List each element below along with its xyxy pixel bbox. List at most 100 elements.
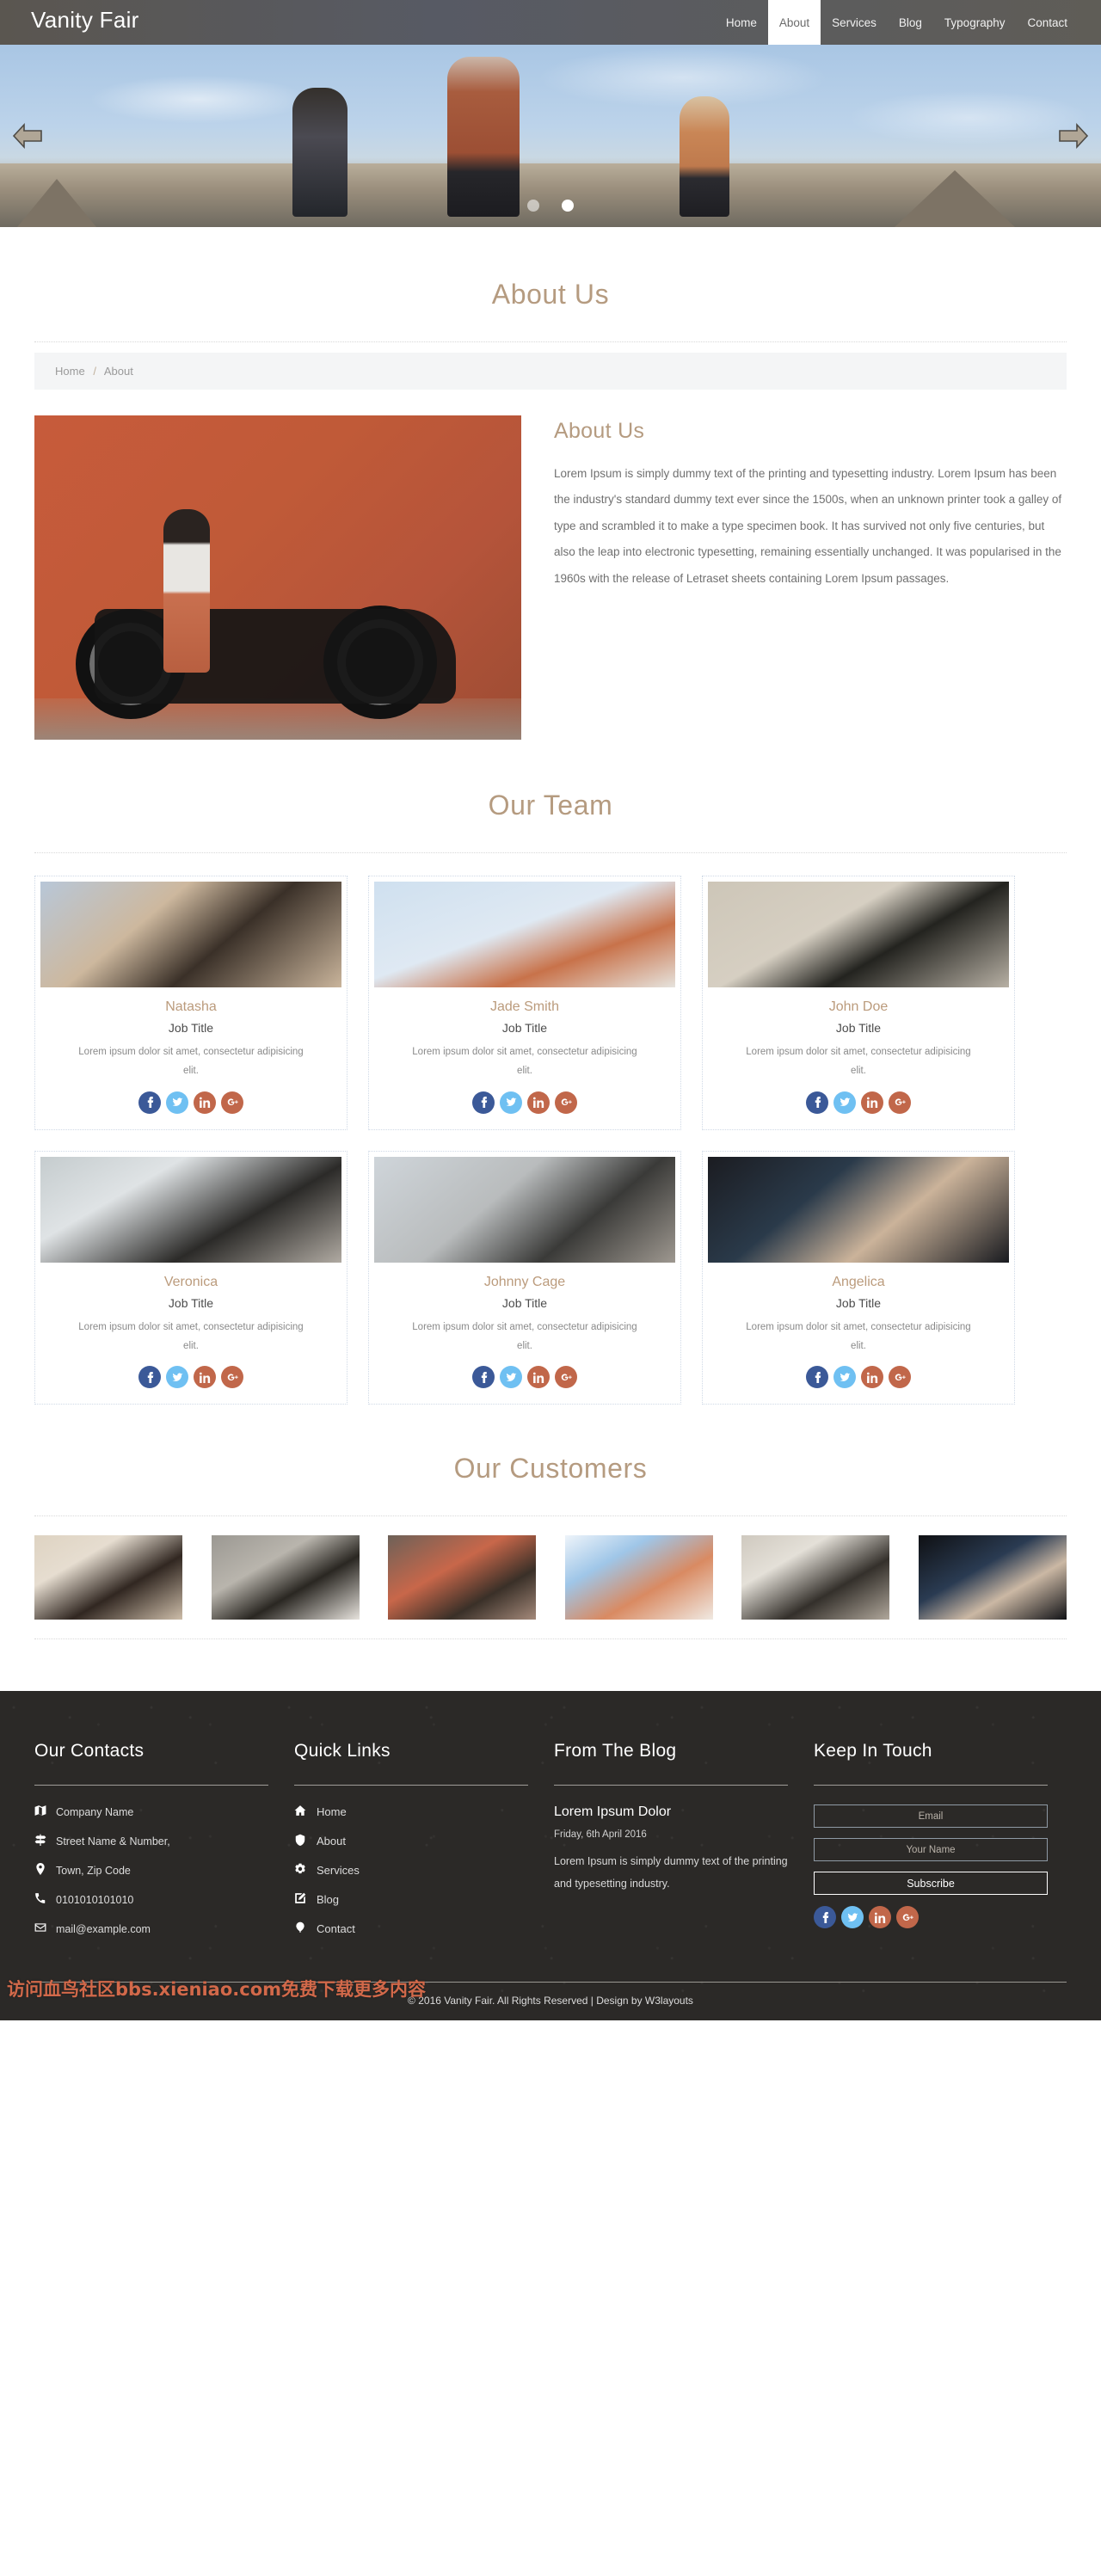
quicklink-contact[interactable]: Contact <box>294 1921 528 1936</box>
quicklink-blog[interactable]: Blog <box>294 1892 528 1907</box>
facebook-icon[interactable] <box>806 1366 828 1389</box>
divider <box>34 341 1067 342</box>
team-card[interactable]: Natasha Job Title Lorem ipsum dolor sit … <box>34 876 348 1130</box>
customer-thumb[interactable] <box>388 1535 537 1620</box>
slider-dot[interactable] <box>527 200 539 212</box>
linkedin-icon[interactable] <box>194 1091 216 1114</box>
team-socials <box>40 1091 341 1114</box>
team-member-job: Job Title <box>835 1295 882 1310</box>
linkedin-icon[interactable] <box>194 1366 216 1389</box>
facebook-icon[interactable] <box>472 1366 495 1389</box>
nav-item-typography[interactable]: Typography <box>933 0 1017 45</box>
twitter-icon[interactable] <box>833 1366 856 1389</box>
envelope-icon <box>34 1921 46 1936</box>
breadcrumb-separator: / <box>93 365 96 378</box>
nav-item-services[interactable]: Services <box>821 0 888 45</box>
contact-company-text: Company Name <box>56 1805 134 1818</box>
customer-thumb[interactable] <box>211 1535 360 1620</box>
googleplus-icon[interactable] <box>555 1366 577 1389</box>
site-logo[interactable]: Vanity Fair <box>0 0 139 45</box>
team-photo <box>40 1156 341 1263</box>
watermark-text: 访问血鸟社区bbs.xieniao.com免费下载更多内容 <box>7 1979 427 2001</box>
about-section: About Us Home / About About Us Lorem Ips… <box>0 227 1101 740</box>
arrow-left-icon[interactable] <box>12 121 43 151</box>
slider-dot-active[interactable] <box>562 200 574 212</box>
googleplus-icon[interactable] <box>221 1366 243 1389</box>
hero-rock <box>895 170 1015 227</box>
arrow-right-icon[interactable] <box>1058 121 1089 151</box>
team-section: Our Team Natasha Job Title Lorem ipsum d… <box>0 740 1101 1405</box>
facebook-icon[interactable] <box>806 1091 828 1114</box>
gears-icon <box>294 1863 306 1878</box>
team-card[interactable]: Johnny Cage Job Title Lorem ipsum dolor … <box>368 1150 681 1405</box>
customer-thumb[interactable] <box>34 1535 182 1620</box>
team-socials <box>40 1366 341 1389</box>
facebook-icon[interactable] <box>814 1906 836 1929</box>
linkedin-icon[interactable] <box>527 1366 550 1389</box>
about-heading: About Us <box>554 419 645 443</box>
customer-thumb[interactable] <box>741 1535 890 1620</box>
nav-item-contact[interactable]: Contact <box>1016 0 1079 45</box>
googleplus-icon[interactable] <box>221 1091 243 1114</box>
breadcrumb-home[interactable]: Home <box>55 365 85 378</box>
quicklink-services[interactable]: Services <box>294 1863 528 1878</box>
twitter-icon[interactable] <box>500 1366 522 1389</box>
googleplus-icon[interactable] <box>555 1091 577 1114</box>
linkedin-icon[interactable] <box>869 1906 891 1929</box>
customer-thumb[interactable] <box>918 1535 1067 1620</box>
contact-company: Company Name <box>34 1804 268 1819</box>
nav-item-about[interactable]: About <box>767 0 821 45</box>
nav-item-blog[interactable]: Blog <box>888 0 933 45</box>
twitter-icon[interactable] <box>833 1091 856 1114</box>
about-image <box>34 415 521 740</box>
subscribe-button[interactable]: Subscribe <box>814 1872 1048 1896</box>
footer-contacts-heading: Our Contacts <box>34 1741 268 1786</box>
divider <box>34 1638 1067 1640</box>
team-member-job: Job Title <box>168 1295 214 1310</box>
googleplus-icon[interactable] <box>889 1366 911 1389</box>
linkedin-icon[interactable] <box>861 1091 883 1114</box>
home-icon <box>294 1804 306 1819</box>
hero-figure <box>292 88 348 217</box>
quicklink-contact-label: Contact <box>317 1922 355 1936</box>
twitter-icon[interactable] <box>841 1906 864 1929</box>
team-member-name: John Doe <box>828 999 889 1014</box>
team-photo <box>374 882 675 987</box>
facebook-icon[interactable] <box>138 1091 161 1114</box>
name-field[interactable] <box>814 1838 1048 1862</box>
facebook-icon[interactable] <box>472 1091 495 1114</box>
team-card[interactable]: John Doe Job Title Lorem ipsum dolor sit… <box>702 876 1015 1130</box>
footer-contacts: Our Contacts Company Name Street Name & … <box>34 1741 268 1951</box>
team-card[interactable]: Veronica Job Title Lorem ipsum dolor sit… <box>34 1150 348 1405</box>
linkedin-icon[interactable] <box>861 1366 883 1389</box>
contact-town: Town, Zip Code <box>34 1863 268 1878</box>
customer-thumb[interactable] <box>564 1535 713 1620</box>
googleplus-icon[interactable] <box>889 1091 911 1114</box>
twitter-icon[interactable] <box>500 1091 522 1114</box>
googleplus-icon[interactable] <box>896 1906 919 1929</box>
team-card[interactable]: Angelica Job Title Lorem ipsum dolor sit… <box>702 1150 1015 1405</box>
email-field[interactable] <box>814 1804 1048 1829</box>
shield-icon <box>294 1834 306 1848</box>
team-card[interactable]: Jade Smith Job Title Lorem ipsum dolor s… <box>368 876 681 1130</box>
quicklink-home[interactable]: Home <box>294 1804 528 1819</box>
team-photo <box>708 882 1009 987</box>
team-member-job: Job Title <box>501 1021 548 1035</box>
facebook-icon[interactable] <box>138 1366 161 1389</box>
linkedin-icon[interactable] <box>527 1091 550 1114</box>
page-title: About Us <box>491 279 610 310</box>
phone-icon <box>34 1892 46 1907</box>
nav-item-home[interactable]: Home <box>715 0 768 45</box>
twitter-icon[interactable] <box>166 1366 188 1389</box>
main-nav: Home About Services Blog Typography Cont… <box>715 0 1101 45</box>
footer-blog-post-title[interactable]: Lorem Ipsum Dolor <box>554 1804 788 1820</box>
team-member-desc: Lorem ipsum dolor sit amet, consectetur … <box>746 1321 971 1351</box>
quicklink-about[interactable]: About <box>294 1834 528 1848</box>
footer-quicklinks-heading: Quick Links <box>294 1741 528 1786</box>
team-heading: Our Team <box>488 790 613 821</box>
hero-slider <box>0 45 1101 227</box>
about-text-block: About Us Lorem Ipsum is simply dummy tex… <box>554 415 1067 592</box>
team-photo <box>374 1156 675 1263</box>
team-socials <box>374 1366 675 1389</box>
twitter-icon[interactable] <box>166 1091 188 1114</box>
